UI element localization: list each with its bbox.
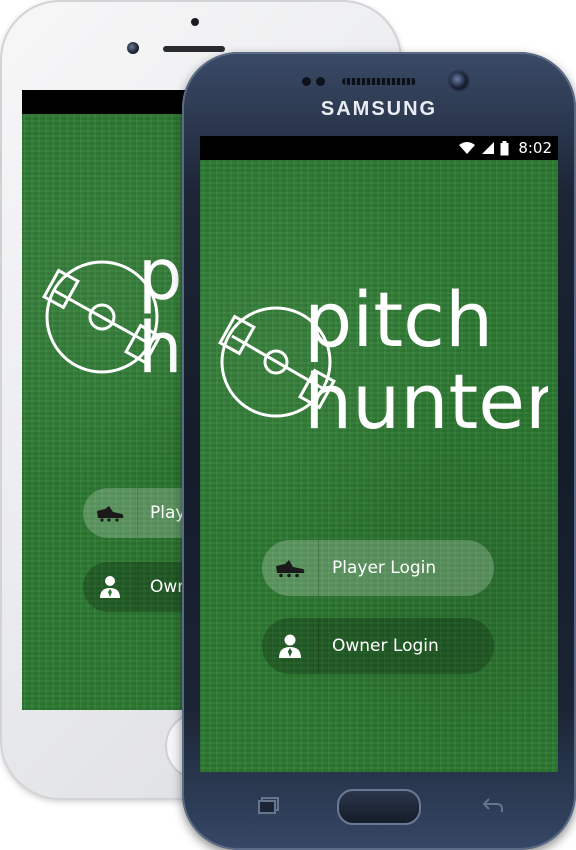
recent-apps-key[interactable] xyxy=(254,792,284,818)
samsung-status-bar: 8:02 xyxy=(200,136,558,160)
player-login-button[interactable]: Player Login xyxy=(262,540,494,596)
samsung-screen: 8:02 pitch hunter Player Login Owner Log… xyxy=(200,136,558,772)
player-login-label: Player Login xyxy=(332,558,437,578)
samsung-front-camera xyxy=(450,72,468,90)
battery-icon xyxy=(500,140,509,155)
status-time: 8:02 xyxy=(518,139,552,157)
iphone-volume-down-button xyxy=(0,266,2,320)
recent-apps-icon xyxy=(258,797,279,814)
iphone-earpiece xyxy=(163,46,225,52)
iphone-proximity-sensor xyxy=(191,18,199,26)
iphone-mute-switch xyxy=(0,150,2,184)
wifi-icon xyxy=(459,142,476,154)
samsung-sensor-left xyxy=(302,77,311,86)
iphone-volume-up-button xyxy=(0,200,2,254)
logo-word-pitch: pitch xyxy=(304,275,493,364)
owner-login-label: Owner Login xyxy=(332,636,439,656)
football-boot-icon xyxy=(276,560,305,578)
owner-login-button[interactable]: Owner Login xyxy=(262,618,494,674)
logo-word-hunter: hunter xyxy=(304,357,548,440)
player-icon-cell xyxy=(262,540,319,596)
signal-icon xyxy=(482,142,495,154)
iphone-front-camera xyxy=(127,42,139,54)
samsung-sensor-right xyxy=(316,77,325,86)
samsung-device: SAMSUNG 8:02 pitch hunter Player Login O… xyxy=(182,52,576,850)
pitch-hunter-logo: pitch hunter xyxy=(218,275,548,440)
owner-icon-cell xyxy=(262,618,319,674)
samsung-brand-logo: SAMSUNG xyxy=(320,98,438,120)
back-arrow-icon xyxy=(482,798,503,812)
owner-person-icon xyxy=(279,634,301,658)
iphone-player-login-label: Play xyxy=(150,503,186,523)
owner-person-icon xyxy=(100,576,120,598)
football-boot-icon xyxy=(97,506,124,522)
samsung-earpiece xyxy=(342,78,416,85)
iphone-player-icon-cell xyxy=(83,488,138,538)
back-key[interactable] xyxy=(478,792,508,818)
iphone-owner-icon-cell xyxy=(83,562,138,612)
samsung-home-button[interactable] xyxy=(337,789,421,825)
samsung-grass-background: pitch hunter Player Login Owner Login xyxy=(200,160,558,772)
status-icons: 8:02 xyxy=(458,139,552,157)
